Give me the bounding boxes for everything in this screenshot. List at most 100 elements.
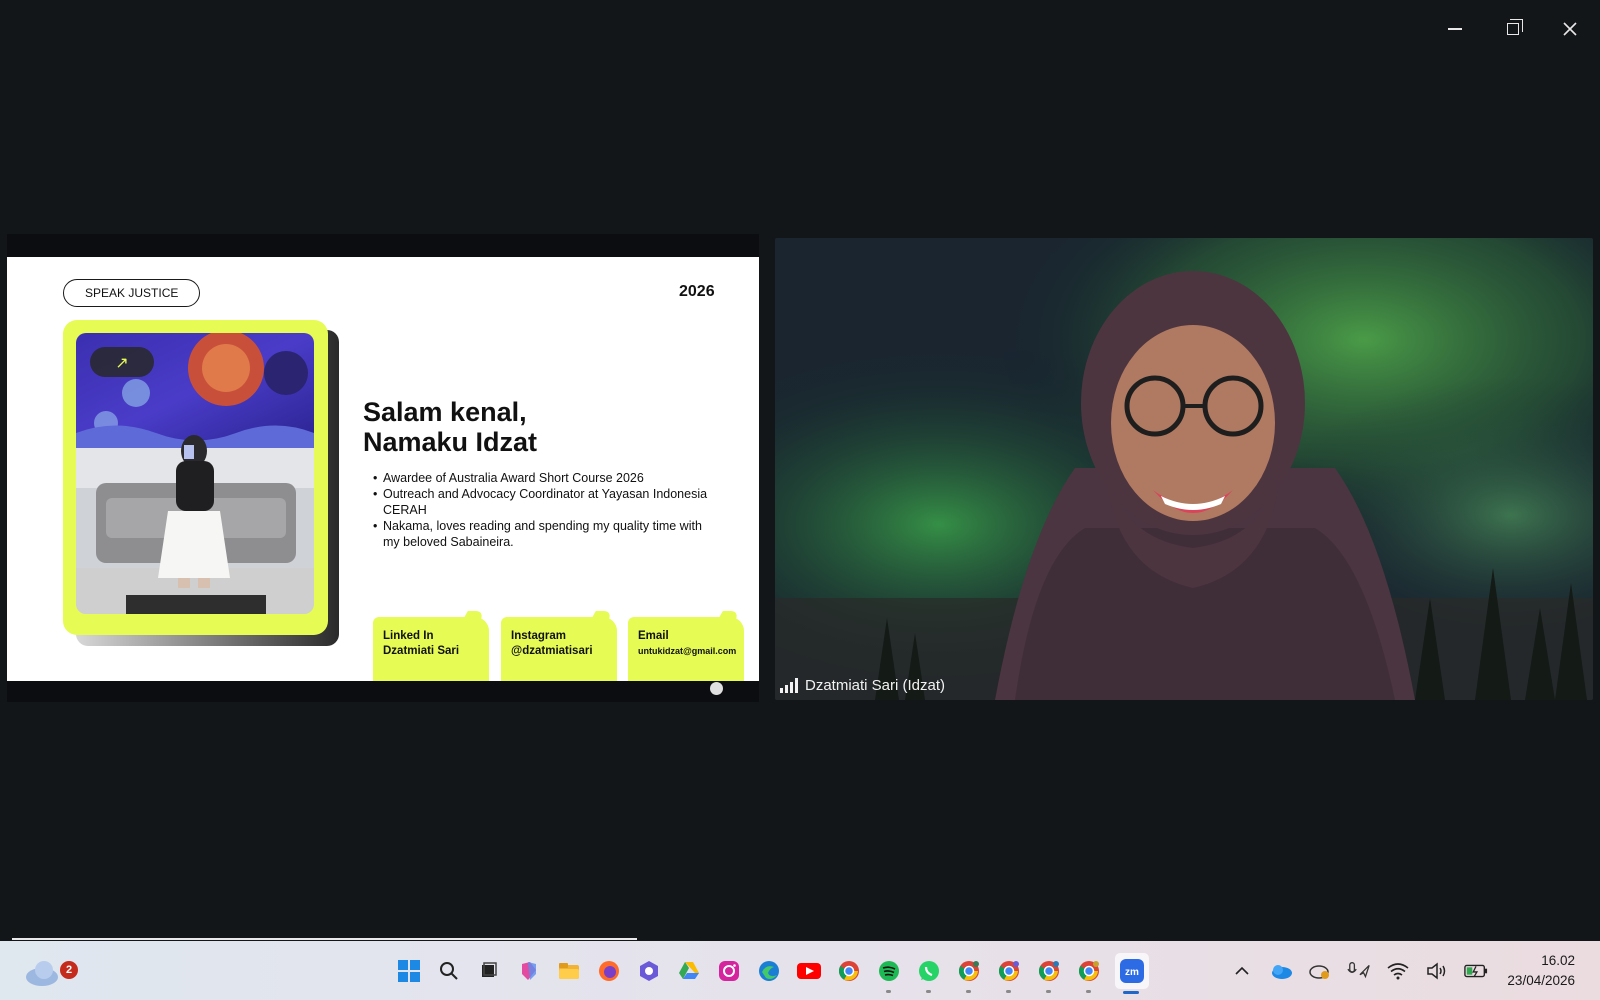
whatsapp-icon (919, 961, 939, 981)
shared-screen: SPEAK JUSTICE 2026 ↗ Salam kenal, Namaku… (7, 234, 759, 702)
onedrive-icon (1272, 965, 1292, 979)
app-button[interactable] (635, 957, 663, 985)
taskbar-apps: zm (395, 953, 1149, 994)
show-hidden-icons-button[interactable] (1230, 959, 1254, 983)
instagram-button[interactable] (715, 957, 743, 985)
slide-tag: SPEAK JUSTICE (63, 279, 201, 307)
bio-list: Awardee of Australia Award Short Course … (373, 470, 713, 550)
cloud-warning-icon (1309, 965, 1329, 979)
bio-item: Awardee of Australia Award Short Course … (373, 470, 713, 486)
task-view-icon (482, 962, 497, 977)
bio-item: Outreach and Advocacy Coordinator at Yay… (373, 486, 713, 518)
windows-start-icon (398, 960, 420, 982)
progress-line (12, 938, 637, 940)
chrome-profile-icon (958, 961, 979, 981)
chrome-profile-icon (1078, 961, 1099, 981)
running-indicator (1123, 991, 1139, 994)
chrome-profile-button[interactable] (1035, 957, 1063, 993)
chrome-profile-button[interactable] (955, 957, 983, 993)
participant-video[interactable] (775, 238, 1593, 700)
instagram-label: Instagram (511, 630, 566, 642)
headline-line-1: Salam kenal, (363, 397, 527, 427)
chevron-up-icon (1235, 966, 1249, 975)
whatsapp-button[interactable] (915, 957, 943, 993)
restore-icon (1507, 19, 1523, 35)
firefox-icon (599, 961, 619, 981)
email-card: Email untukidzat@gmail.com (628, 617, 744, 681)
spotify-button[interactable] (875, 957, 903, 993)
clock-time: 16.02 (1541, 953, 1575, 968)
cloud-status-button[interactable] (1308, 959, 1332, 983)
close-button[interactable] (1555, 14, 1585, 44)
spotify-icon (879, 961, 899, 981)
photo-frame: ↗ (63, 320, 328, 635)
headline-line-2: Namaku Idzat (363, 427, 538, 457)
participant-name-tag: Dzatmiati Sari (Idzat) (780, 674, 945, 696)
copilot-button[interactable] (515, 957, 543, 985)
wifi-icon (1387, 963, 1409, 980)
task-view-button[interactable] (475, 957, 503, 985)
volume-button[interactable] (1425, 959, 1449, 983)
youtube-button[interactable] (795, 957, 823, 985)
volume-icon (1427, 962, 1446, 980)
edge-icon (759, 961, 779, 981)
email-label: Email (638, 630, 669, 642)
onedrive-button[interactable] (1269, 959, 1293, 983)
file-explorer-button[interactable] (555, 957, 583, 985)
start-button[interactable] (395, 957, 423, 985)
instagram-card: Instagram @dzatmiatisari (501, 617, 617, 681)
linkedin-value: Dzatmiati Sari (383, 645, 460, 657)
minimize-button[interactable] (1440, 14, 1470, 44)
audio-indicator-icon (710, 682, 723, 695)
running-indicator (886, 990, 891, 993)
running-indicator (1006, 990, 1011, 993)
bio-item: Nakama, loves reading and spending my qu… (373, 518, 713, 550)
weather-widget[interactable]: 2 (22, 953, 78, 989)
clock-date: 23/04/2026 (1507, 973, 1575, 988)
instagram-value: @dzatmiatisari (511, 645, 593, 657)
microphone-location-button[interactable] (1347, 959, 1371, 983)
google-drive-icon (679, 962, 699, 979)
instagram-icon (719, 961, 739, 981)
cloud-icon (26, 961, 58, 986)
microphone-location-icon (1347, 962, 1370, 979)
folder-icon (559, 963, 579, 979)
app-icon (640, 961, 658, 981)
profile-photo: ↗ (76, 333, 314, 614)
copilot-icon (522, 962, 536, 980)
signal-icon (780, 677, 798, 693)
chrome-profile-icon (998, 961, 1019, 981)
minimize-icon (1448, 28, 1462, 30)
restore-button[interactable] (1498, 14, 1528, 44)
running-indicator (1086, 990, 1091, 993)
youtube-icon (797, 963, 821, 979)
firefox-button[interactable] (595, 957, 623, 985)
participant-name: Dzatmiati Sari (Idzat) (805, 676, 946, 694)
chrome-profile-button[interactable] (995, 957, 1023, 993)
chrome-profile-button[interactable] (1075, 957, 1103, 993)
running-indicator (926, 990, 931, 993)
linkedin-card: Linked In Dzatmiati Sari (373, 617, 489, 681)
chrome-button[interactable] (835, 957, 863, 985)
email-value: untukidzat@gmail.com (638, 646, 737, 656)
edge-button[interactable] (755, 957, 783, 985)
zoom-label: zm (1125, 967, 1139, 978)
search-button[interactable] (435, 957, 463, 985)
slide-headline: Salam kenal, Namaku Idzat (363, 397, 537, 457)
linkedin-label: Linked In (383, 630, 434, 642)
presentation-slide: SPEAK JUSTICE 2026 ↗ Salam kenal, Namaku… (7, 257, 759, 681)
chrome-profile-icon (1038, 961, 1059, 981)
clock[interactable]: 16.02 23/04/2026 (1480, 951, 1575, 991)
google-drive-button[interactable] (675, 957, 703, 985)
notification-badge: 2 (60, 961, 78, 979)
chrome-icon (838, 961, 859, 981)
running-indicator (1046, 990, 1051, 993)
zoom-icon: zm (1120, 959, 1144, 983)
running-indicator (966, 990, 971, 993)
wifi-button[interactable] (1386, 959, 1410, 983)
zoom-button[interactable]: zm (1115, 953, 1149, 994)
slide-year: 2026 (679, 283, 715, 300)
external-link-icon: ↗ (90, 347, 154, 377)
search-icon (440, 962, 458, 980)
close-icon (1563, 22, 1577, 36)
